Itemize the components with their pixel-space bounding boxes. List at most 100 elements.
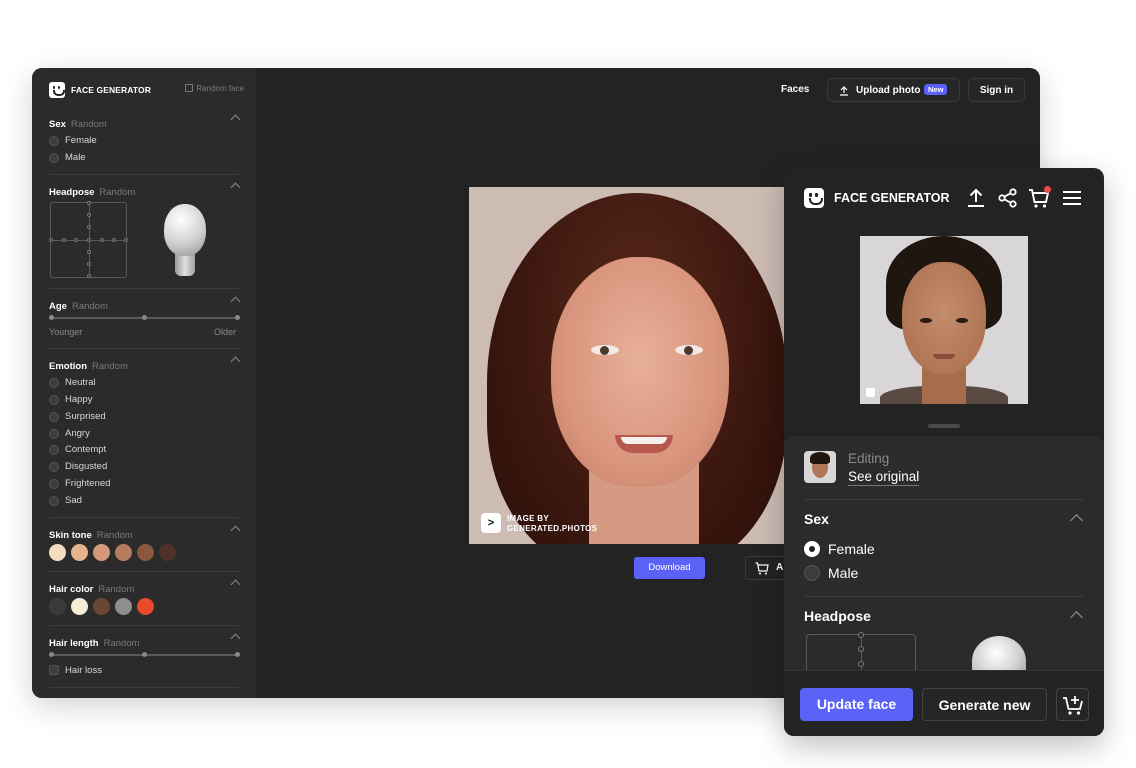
divider <box>49 348 239 349</box>
chevron-up-icon[interactable] <box>230 296 241 307</box>
sidebar-header: FACE GENERATOR Random face <box>49 82 244 98</box>
hair-loss-checkbox[interactable] <box>49 665 59 675</box>
section-title: Age <box>49 301 67 312</box>
chevron-up-icon[interactable] <box>230 182 241 193</box>
age-slider[interactable] <box>49 315 240 320</box>
menu-icon[interactable] <box>1061 187 1083 209</box>
mobile-app-card: FACE GENERATOR Editing See original Sex … <box>784 168 1104 736</box>
color-swatch[interactable] <box>115 598 132 615</box>
original-thumbnail[interactable] <box>804 451 836 483</box>
chevron-up-icon[interactable] <box>230 579 241 590</box>
age-max-label: Older <box>214 327 237 337</box>
new-badge: New <box>924 84 948 95</box>
divider <box>49 174 239 175</box>
sheet-drag-handle[interactable] <box>928 424 960 428</box>
upload-icon <box>840 86 848 96</box>
section-age-header[interactable]: Age Random <box>49 296 241 314</box>
color-swatch[interactable] <box>137 598 154 615</box>
section-title: Hair length <box>49 638 99 649</box>
upload-icon[interactable] <box>965 187 987 209</box>
color-swatch[interactable] <box>137 544 154 561</box>
logo-icon[interactable] <box>49 82 65 98</box>
chevron-up-icon[interactable] <box>230 633 241 644</box>
add-to-cart-button[interactable] <box>1056 688 1089 721</box>
chevron-up-icon[interactable] <box>230 356 241 367</box>
section-skin-tone-header[interactable]: Skin tone Random <box>49 525 241 543</box>
section-title: Headpose <box>49 187 95 198</box>
section-hair-length-header[interactable]: Hair length Random <box>49 633 241 651</box>
radio-icon <box>49 153 59 163</box>
radio-icon <box>49 136 59 146</box>
share-icon[interactable] <box>997 187 1019 209</box>
hair-length-slider[interactable] <box>49 652 240 657</box>
action-bar: Update face Generate new <box>784 670 1104 736</box>
current-face-image <box>860 236 1028 404</box>
chevron-up-icon[interactable] <box>1070 514 1083 527</box>
update-face-button[interactable]: Update face <box>800 688 913 721</box>
color-swatch[interactable] <box>71 598 88 615</box>
sidebar: FACE GENERATOR Random face Sex Random Fem… <box>32 68 256 698</box>
cube-icon <box>185 84 194 92</box>
section-sex-title[interactable]: Sex <box>804 511 829 527</box>
color-swatch[interactable] <box>49 544 66 561</box>
age-min-label: Younger <box>49 327 83 337</box>
brand-name: FACE GENERATOR <box>71 85 151 95</box>
cart-icon <box>755 562 769 575</box>
radio-icon <box>49 479 59 489</box>
section-title: Hair color <box>49 584 94 595</box>
see-original-link[interactable]: See original <box>848 469 920 486</box>
color-swatch[interactable] <box>115 544 132 561</box>
divider <box>49 571 239 572</box>
head-3d-preview <box>164 204 206 278</box>
color-swatch[interactable] <box>93 598 110 615</box>
section-headpose-title[interactable]: Headpose <box>804 608 871 624</box>
section-title: Emotion <box>49 361 87 372</box>
section-title: Skin tone <box>49 530 92 541</box>
color-swatch[interactable] <box>93 544 110 561</box>
radio-icon <box>49 378 59 388</box>
section-headpose-header[interactable]: Headpose Random <box>49 182 241 200</box>
cart-notification-dot <box>1044 186 1051 193</box>
upload-photo-button[interactable]: Upload photo New <box>827 78 960 102</box>
section-title: Sex <box>49 119 66 130</box>
brand-name: FACE GENERATOR <box>834 191 950 205</box>
radio-icon <box>49 496 59 506</box>
editing-label: Editing <box>848 451 890 466</box>
logo-icon[interactable] <box>804 188 824 208</box>
radio-icon <box>49 445 59 455</box>
divider <box>804 596 1084 597</box>
watermark-logo-icon: > <box>481 513 501 533</box>
generate-new-button[interactable]: Generate new <box>922 688 1047 721</box>
radio-icon <box>49 429 59 439</box>
generated-face-image: > IMAGE BY GENERATED.PHOTOS <box>469 187 799 544</box>
chevron-up-icon[interactable] <box>230 114 241 125</box>
color-swatch[interactable] <box>71 544 88 561</box>
radio-icon <box>804 565 820 581</box>
section-sex-header[interactable]: Sex Random <box>49 114 241 132</box>
watermark: > IMAGE BY GENERATED.PHOTOS <box>481 513 631 535</box>
watermark <box>866 388 926 398</box>
hair-loss-label: Hair loss <box>65 665 102 676</box>
divider <box>49 288 239 289</box>
random-face-button[interactable]: Random face <box>185 84 244 93</box>
radio-selected-icon <box>804 541 820 557</box>
add-to-cart-icon <box>1063 696 1083 715</box>
color-swatch[interactable] <box>49 598 66 615</box>
section-emotion-header[interactable]: Emotion Random <box>49 356 241 374</box>
headpose-grid[interactable] <box>49 201 128 278</box>
nav-faces-link[interactable]: Faces <box>781 84 809 95</box>
chevron-up-icon[interactable] <box>1070 611 1083 624</box>
divider <box>49 625 239 626</box>
divider <box>804 499 1084 500</box>
download-button[interactable]: Download <box>634 557 705 579</box>
color-swatch[interactable] <box>159 544 176 561</box>
radio-icon <box>49 462 59 472</box>
chevron-up-icon[interactable] <box>230 525 241 536</box>
radio-icon <box>49 395 59 405</box>
divider <box>49 517 239 518</box>
divider <box>49 687 239 688</box>
sign-in-button[interactable]: Sign in <box>968 78 1025 102</box>
section-hair-color-header[interactable]: Hair color Random <box>49 579 241 597</box>
headpose-grid[interactable] <box>806 632 916 675</box>
radio-icon <box>49 412 59 422</box>
